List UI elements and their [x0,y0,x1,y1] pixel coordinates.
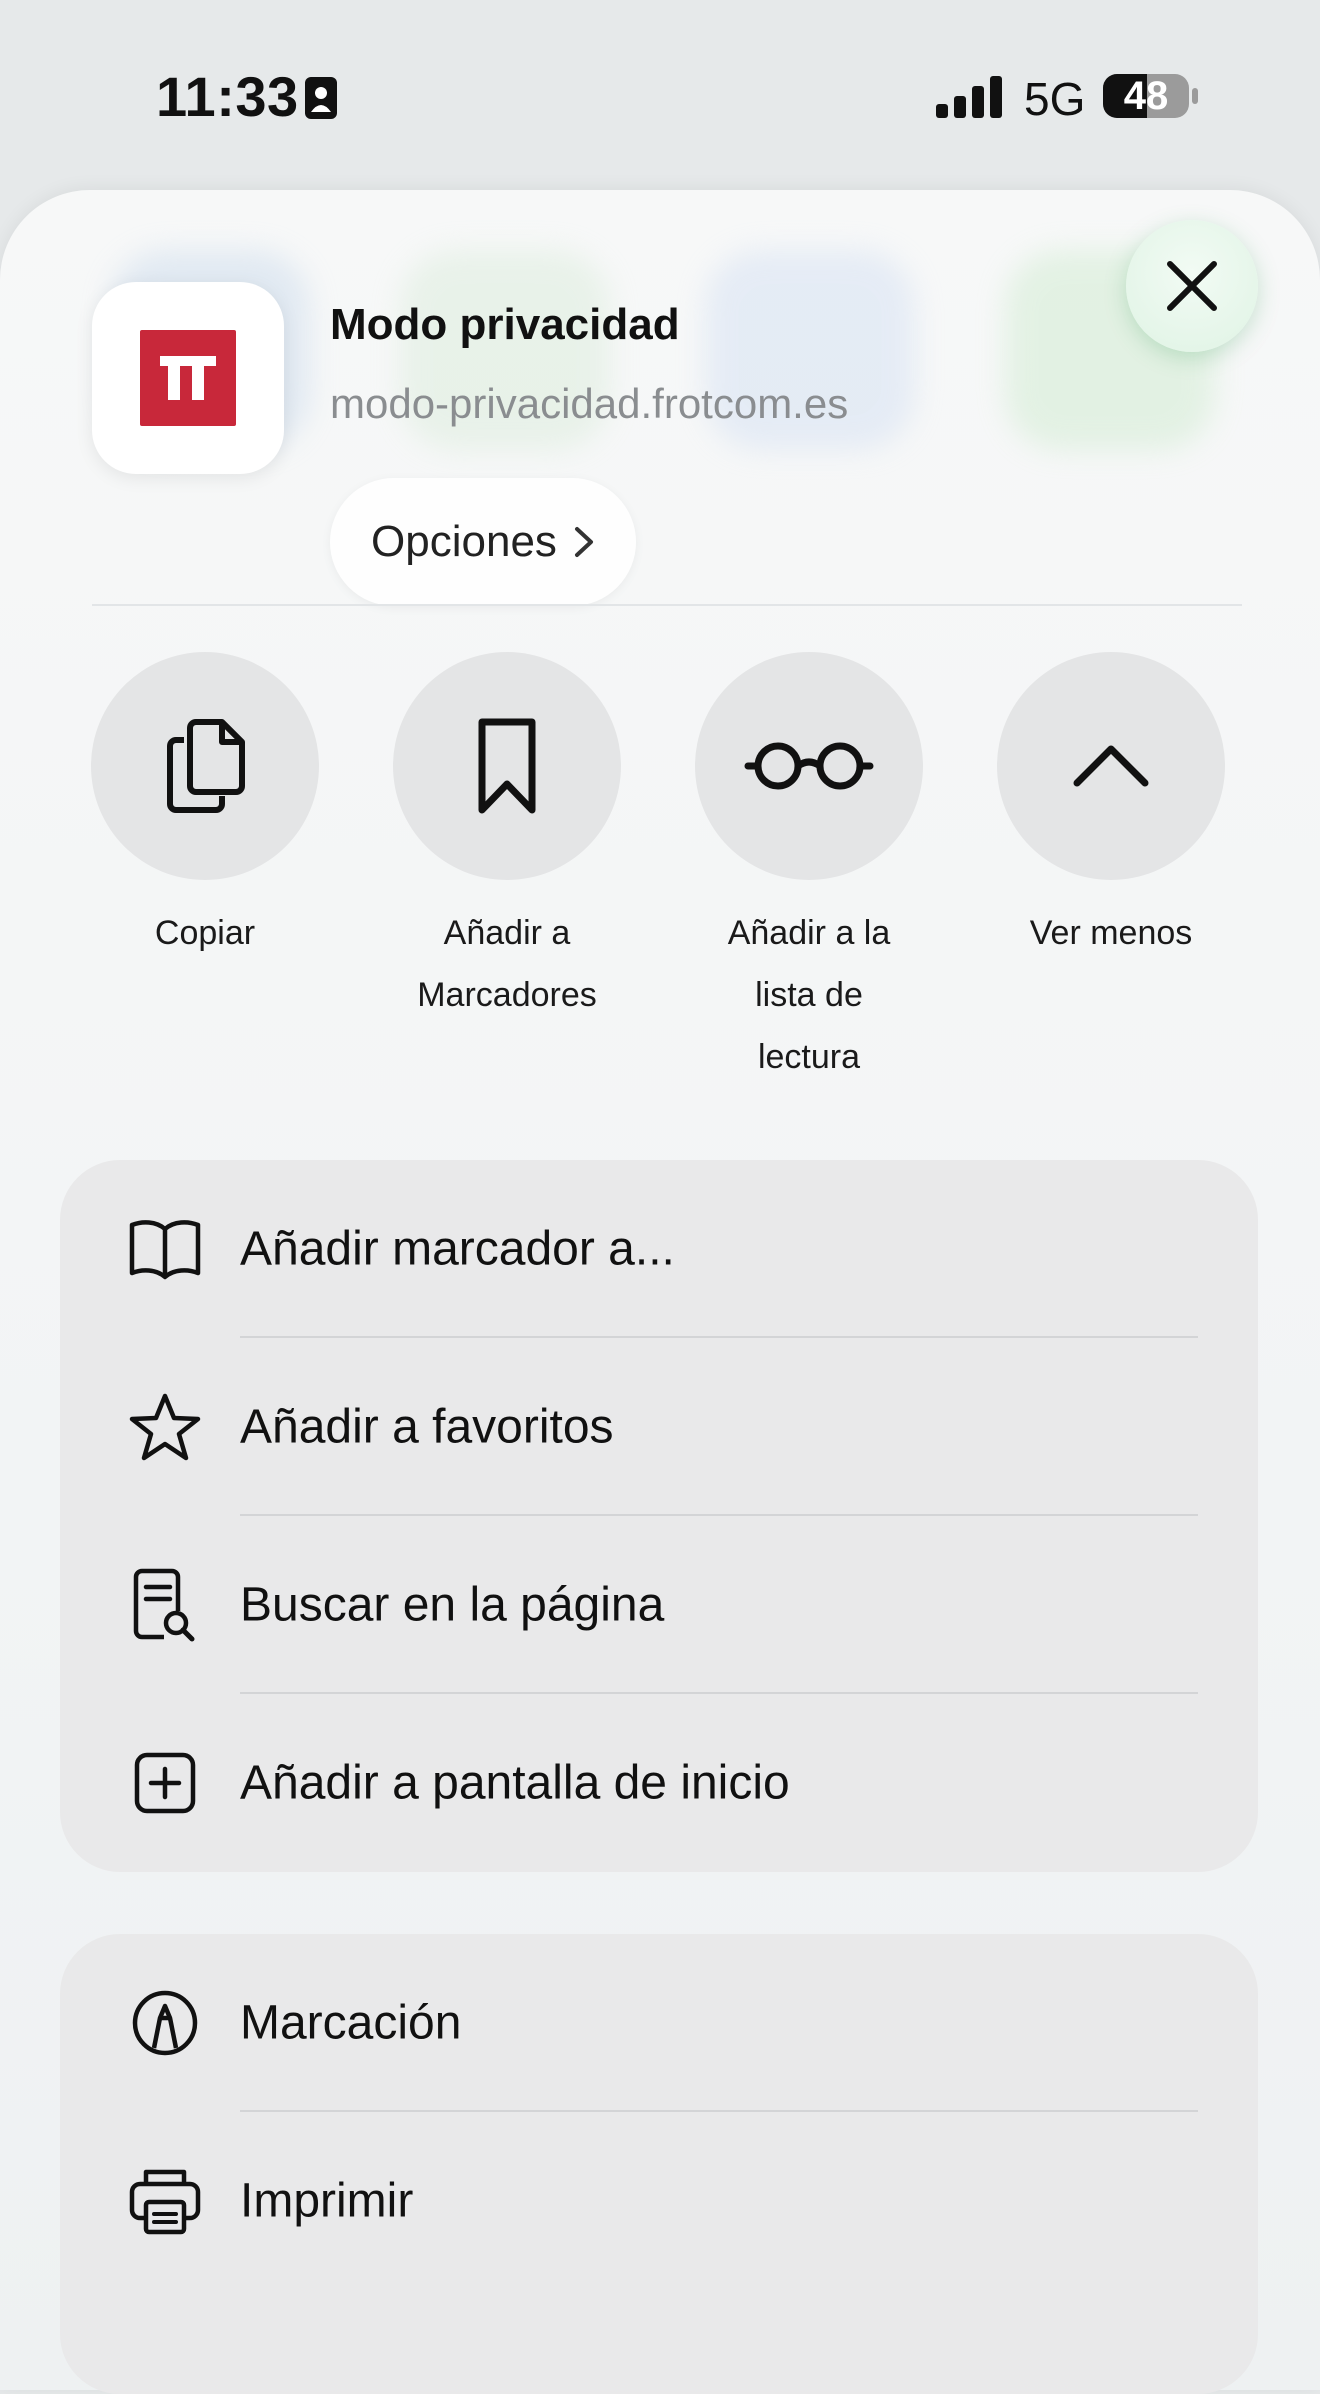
action-circle[interactable] [695,652,923,880]
action-circle[interactable] [91,652,319,880]
menu-item-markup[interactable]: Marcación [60,1934,1258,2112]
copy-icon [167,719,245,813]
close-button[interactable] [1126,220,1258,352]
action-label: Ver menos [1029,914,1193,952]
menu-item-add-home-screen[interactable]: Añadir a pantalla de inicio [60,1694,1258,1872]
chevron-up-icon [1073,745,1149,787]
menu-item-add-bookmark-to[interactable]: Añadir marcador a... [60,1160,1258,1338]
options-label: Opciones [371,517,557,566]
options-button[interactable]: Opciones [330,478,636,606]
close-icon [1167,261,1217,311]
action-copy[interactable]: Copiar [90,652,320,964]
cellular-signal-icon [936,76,1002,118]
contact-card-icon [305,77,337,119]
divider [92,604,1242,606]
glasses-icon [744,742,874,790]
action-circle[interactable] [997,652,1225,880]
battery-level: 48 [1123,74,1169,118]
chevron-right-icon [574,527,593,557]
action-see-less[interactable]: Ver menos [996,652,1226,964]
action-reading-list[interactable]: Añadir a la lista de lectura [694,652,924,1088]
action-circle[interactable] [393,652,621,880]
site-logo [140,330,236,426]
site-title: Modo privacidad [330,300,680,349]
menu-group-secondary: Marcación Imprimir [60,1934,1258,2394]
status-time: 11:33 [156,65,299,128]
status-bar: 11:33 5G 48 [0,0,1320,190]
action-label: Añadir a la lista de lectura [727,914,891,1076]
menu-item-add-favorites[interactable]: Añadir a favoritos [60,1338,1258,1516]
add-square-icon [134,1752,196,1814]
markup-icon [132,1990,198,2056]
share-sheet: Modo privacidad modo-privacidad.frotcom.… [0,190,1320,2394]
action-label: Copiar [154,914,256,952]
book-icon [129,1220,201,1280]
action-label: Añadir a Marcadores [417,914,597,1014]
frotcom-logo-icon [160,356,216,400]
site-url: modo-privacidad.frotcom.es [330,380,849,427]
bookmark-icon [478,718,536,814]
menu-group-primary: Añadir marcador a... Añadir a favoritos [60,1160,1258,1872]
star-icon [129,1393,201,1461]
site-icon [92,282,284,474]
network-type: 5G [1024,73,1086,125]
action-add-bookmark[interactable]: Añadir a Marcadores [392,652,622,1026]
printer-icon [129,2169,201,2235]
menu-item-find-in-page[interactable]: Buscar en la página [60,1516,1258,1694]
menu-item-print[interactable]: Imprimir [60,2112,1258,2290]
find-in-page-icon [133,1568,195,1642]
